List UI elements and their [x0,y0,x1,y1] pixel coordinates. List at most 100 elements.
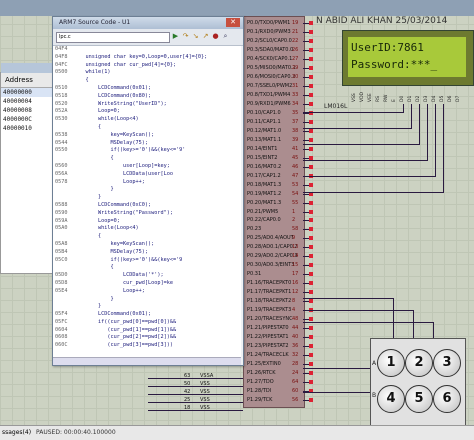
code-line[interactable]: 0538 key=KeyScan(); [53,132,241,140]
messages-tab[interactable]: ssages(4) [0,426,31,440]
code-line[interactable]: } [53,186,241,194]
code-address: 05F4 [55,311,68,318]
run-icon[interactable]: ▶ [171,32,180,41]
keypad-key[interactable]: 5 [405,385,433,413]
code-line[interactable]: 0500 while(1) [53,69,241,77]
code-line[interactable]: 0578 Loop++; [53,179,241,187]
code-line[interactable]: 04F8 unsigned char key=0,Loop=0,user[4]=… [53,54,241,62]
code-line[interactable]: 0510 LCDCommand(0x01); [53,85,241,93]
code-address: 05B4 [55,248,68,255]
supply-pin-number: 18 [184,405,191,411]
chip-pin-label: P1.29/TCK [247,397,273,404]
code-line[interactable]: 0560 user[Loop]=key; [53,163,241,171]
keypad-key[interactable]: 4 [377,385,405,413]
lcd-pin-label: D3 [424,95,429,102]
code-text: unsigned char key=0,Loop=0,user[4]={0}; [73,53,208,60]
source-toolbar: lpc.c ▶ ↷ ↘ ↗ ● ⌕ [53,29,243,46]
step-over-icon[interactable]: ↷ [181,32,190,41]
code-text: LCDCommand(0x80); [73,92,152,99]
lcd-part-label: LM016L [324,103,348,110]
source-file-dropdown[interactable]: lpc.c [56,32,170,43]
code-text: while(Loop<4) [73,116,139,123]
source-window-title[interactable]: ARM7 Source Code - U1 [53,17,243,29]
code-line[interactable]: } [53,303,241,311]
code-line[interactable]: 05F4 LCDCommand(0x01); [53,311,241,319]
lcd-pin-label: E [392,99,397,102]
source-code-window[interactable]: ARM7 Source Code - U1 ✕ lpc.c ▶ ↷ ↘ ↗ ● … [52,16,244,366]
keypad-key[interactable]: 1 [377,349,405,377]
code-line[interactable]: 05A0 while(Loop<4) [53,225,241,233]
wire [303,128,411,129]
breakpoint-icon[interactable]: ● [211,32,220,41]
code-address: 0530 [55,116,68,123]
code-line[interactable]: 05B4 MSDelay(75); [53,249,241,257]
code-line[interactable]: { [53,233,241,241]
pin-state-marker [309,47,313,52]
pin-state-marker [309,236,313,241]
code-text: { [73,264,114,271]
code-line[interactable]: 0518 LCDCommand(0x80); [53,93,241,101]
code-line[interactable]: { [53,264,241,272]
wire [303,368,370,369]
code-line[interactable]: 060C (cur_pwd[3]==pwd[3])) [53,342,241,350]
code-line[interactable]: 04FC unsigned char cur_pwd[4]={0}; [53,62,241,70]
horizontal-scrollbar[interactable] [53,357,241,365]
code-line[interactable]: 04F4 [53,46,241,54]
step-into-icon[interactable]: ↘ [191,32,200,41]
code-text: Loop++; [73,287,145,294]
code-line[interactable]: 0588 LCDCommand(0xC0); [53,202,241,210]
find-icon[interactable]: ⌕ [221,32,230,41]
code-text: MSDelay(75); [73,248,148,255]
keypad[interactable]: 1 2 3 4 5 6 [370,338,466,425]
code-line[interactable]: 0604 (cur_pwd[1]==pwd[1])&& [53,327,241,335]
code-address: 04F4 [55,46,68,52]
wire [303,298,393,299]
lcd-line-1: UserID:7861 [351,41,424,54]
simulation-status: PAUSED: 00:00:40.100000 [36,429,116,436]
code-address: 0590 [55,209,68,216]
code-line[interactable]: 05FC if((cur_pwd[0]==pwd[0])&& [53,319,241,327]
code-address: 0500 [55,69,68,76]
pin-state-marker [309,101,313,106]
code-line[interactable]: 0608 (cur_pwd[2]==pwd[2])&& [53,334,241,342]
code-text: } [73,303,102,310]
wire [148,394,243,395]
supply-pin-label: VSS [200,405,210,411]
code-line[interactable]: } [53,296,241,304]
code-line[interactable]: } [53,194,241,202]
code-line[interactable]: 05E4 Loop++; [53,288,241,296]
code-line[interactable]: 0520 WriteString("UserID"); [53,101,241,109]
code-line[interactable]: 05D8 cur_pwd[Loop]=ke [53,280,241,288]
code-line[interactable]: 05A8 key=KeyScan(); [53,241,241,249]
code-line[interactable]: { [53,155,241,163]
keypad-key[interactable]: 6 [433,385,461,413]
code-text: LCDCommand(0xC0); [73,201,152,208]
code-line[interactable]: 0530 while(Loop<4) [53,116,241,124]
code-line[interactable]: { [53,124,241,132]
code-line[interactable]: 059A Loop=0; [53,218,241,226]
code-text: while(Loop<4) [73,225,139,232]
code-line[interactable]: 05D0 LCDData('*'); [53,272,241,280]
code-line[interactable]: { [53,77,241,85]
code-address: 05FC [55,318,68,325]
keypad-key[interactable]: 3 [433,349,461,377]
pin-state-marker [309,38,313,43]
code-line[interactable]: 0550 if((key>='0')&&(key<='9' [53,147,241,155]
code-address: 0578 [55,178,68,185]
pin-state-marker [309,335,313,340]
code-text: } [73,186,114,193]
code-address: 05D0 [55,272,68,279]
code-line[interactable]: 0544 MSDelay(75); [53,140,241,148]
lcd-display[interactable]: UserID:7861 Password:***_ [342,30,474,86]
close-icon[interactable]: ✕ [226,18,240,27]
step-out-icon[interactable]: ↗ [201,32,210,41]
keypad-key[interactable]: 2 [405,349,433,377]
code-line[interactable]: 05C0 if((key>='0')&&(key<='9 [53,257,241,265]
code-line[interactable]: 056A LCDData(user[Loo [53,171,241,179]
pin-state-marker [309,21,313,25]
code-address: 04F8 [55,53,68,60]
code-line[interactable]: 0590 WriteString("Password"); [53,210,241,218]
pin-state-marker [309,146,313,151]
source-code-area[interactable]: 04F4 04F8 unsigned char key=0,Loop=0,user… [53,46,241,364]
code-line[interactable]: 052A Loop=0; [53,108,241,116]
